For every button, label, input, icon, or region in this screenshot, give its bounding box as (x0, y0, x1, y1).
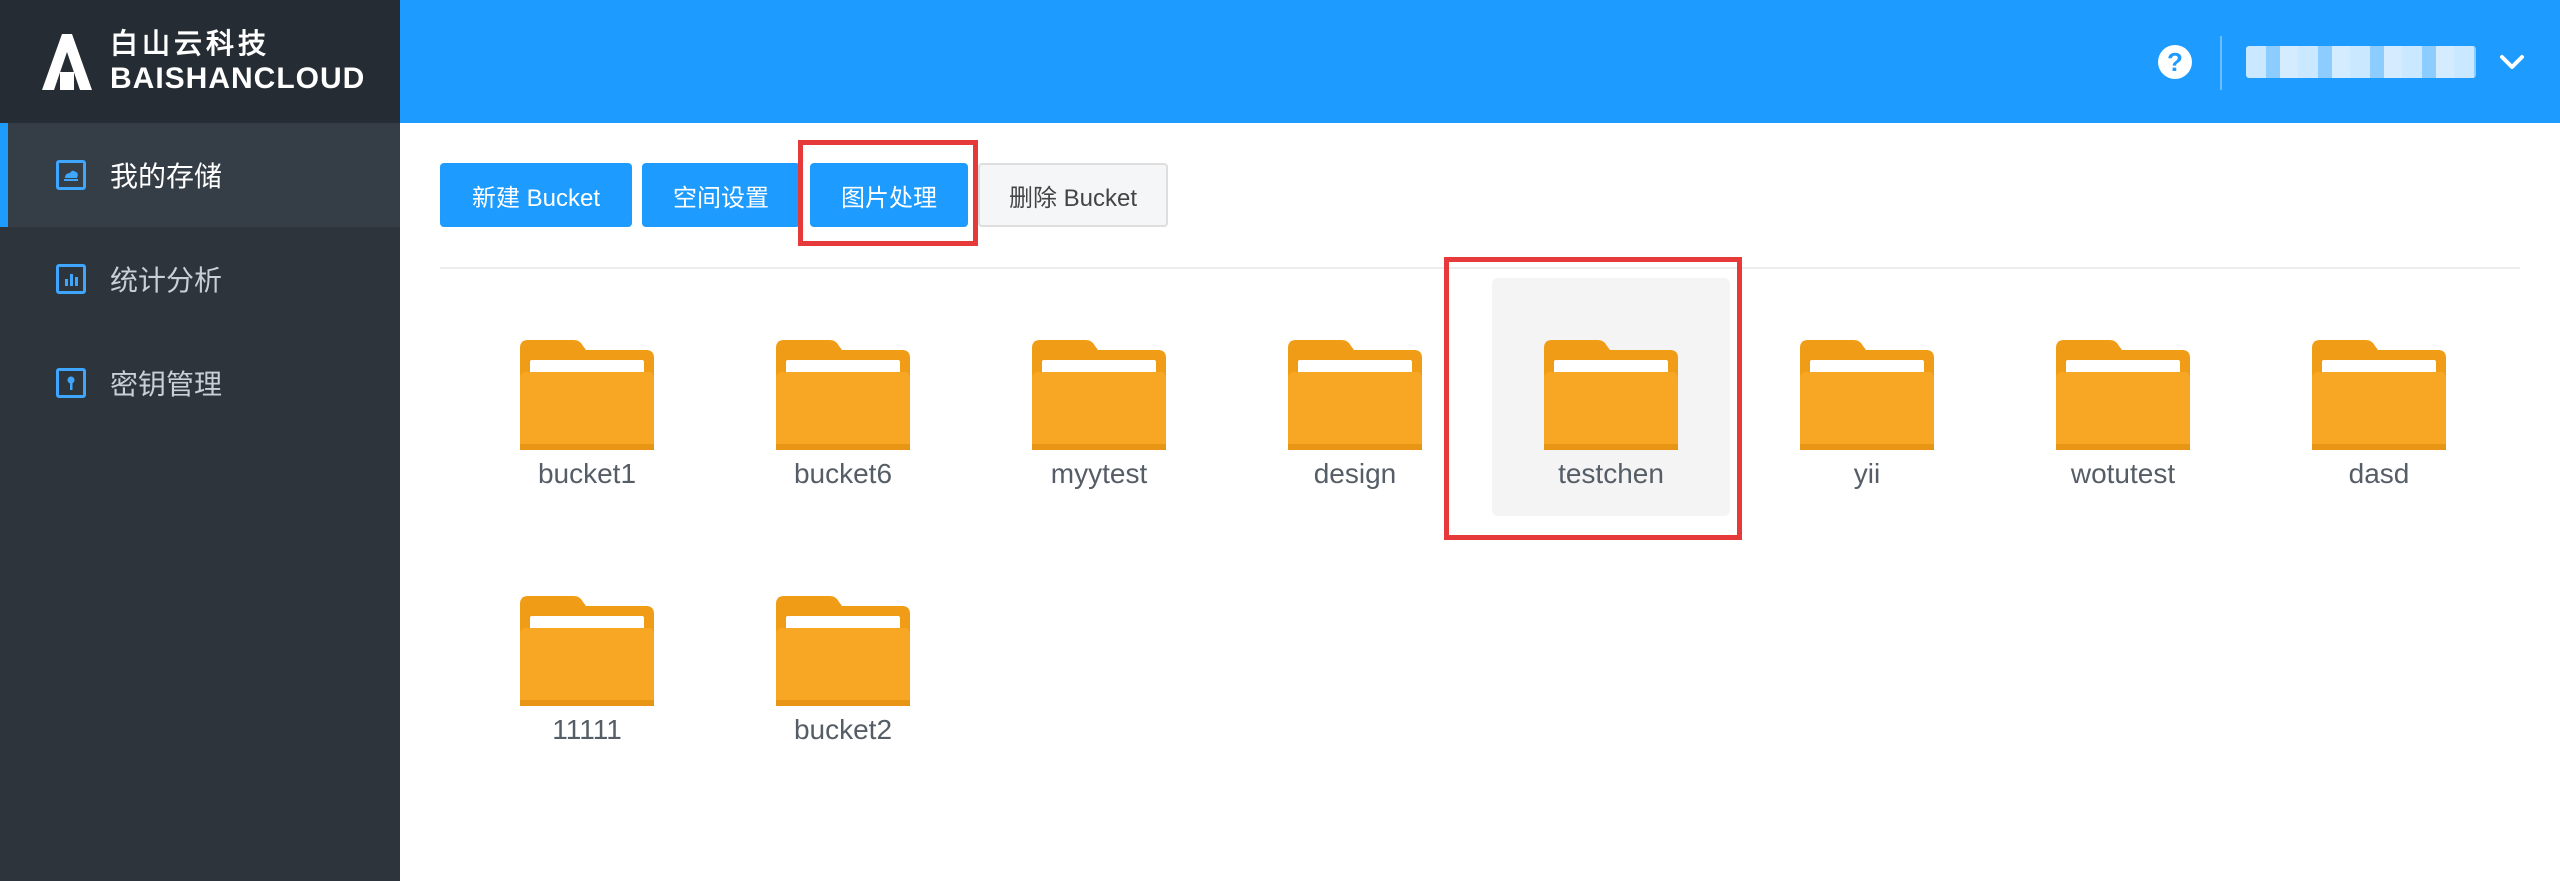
folder-icon (2312, 340, 2446, 450)
sidebar-item-label: 密钥管理 (110, 369, 223, 400)
bucket-name: dasd (2348, 458, 2410, 489)
bucket-name: 11111 (552, 714, 622, 745)
bucket-name: yii (1853, 458, 1881, 489)
folder-icon (520, 340, 654, 450)
bar-chart-icon (56, 264, 86, 294)
username-redacted[interactable] (2246, 46, 2476, 78)
folder-icon (2056, 340, 2190, 450)
logo[interactable]: 白山云科技 BAISHANCLOUD (0, 0, 400, 123)
image-processing-highlight-box (798, 140, 978, 246)
bucket-item[interactable]: bucket2 (724, 534, 962, 772)
brand-name-cn: 白山云科技 (110, 27, 271, 59)
bucket-item[interactable]: dasd (2260, 278, 2498, 516)
header-divider (2220, 36, 2222, 90)
folder-icon (776, 596, 910, 706)
space-settings-button[interactable]: 空间设置 (642, 163, 800, 227)
sidebar-item-label: 我的存储 (110, 161, 223, 192)
sidebar-item-key-management[interactable]: 密钥管理 (0, 331, 400, 435)
selected-bucket-highlight-box (1444, 257, 1742, 540)
brand-name-en: BAISHANCLOUD (110, 61, 366, 95)
bucket-item[interactable]: myytest (980, 278, 1218, 516)
key-icon (56, 368, 86, 398)
bucket-item[interactable]: 11111 (468, 534, 706, 772)
sidebar-item-my-storage[interactable]: 我的存储 (0, 123, 400, 227)
bucket-item[interactable]: yii (1748, 278, 1986, 516)
bucket-name: bucket2 (793, 714, 893, 745)
sidebar-item-label: 统计分析 (110, 265, 223, 296)
bucket-name: wotutest (2070, 458, 2176, 489)
bucket-name: design (1313, 458, 1397, 489)
bucket-name: bucket6 (793, 458, 893, 489)
bucket-name: myytest (1050, 458, 1148, 489)
bucket-name: bucket1 (537, 458, 637, 489)
folder-icon (1288, 340, 1422, 450)
brand-logo-icon (42, 33, 92, 90)
bucket-item[interactable]: design (1236, 278, 1474, 516)
bucket-item[interactable]: bucket1 (468, 278, 706, 516)
help-icon[interactable]: ? (2158, 45, 2192, 79)
new-bucket-button[interactable]: 新建 Bucket (440, 163, 632, 227)
folder-icon (520, 596, 654, 706)
folder-icon (1800, 340, 1934, 450)
cloud-storage-icon (56, 160, 86, 190)
chevron-down-icon[interactable] (2498, 48, 2526, 76)
bucket-item[interactable]: wotutest (2004, 278, 2242, 516)
delete-bucket-button[interactable]: 删除 Bucket (978, 163, 1168, 227)
folder-icon (1032, 340, 1166, 450)
sidebar: 白山云科技 BAISHANCLOUD 我的存储 统计分析 密钥管理 (0, 0, 400, 881)
sidebar-nav: 我的存储 统计分析 密钥管理 (0, 123, 400, 435)
bucket-item[interactable]: bucket6 (724, 278, 962, 516)
sidebar-item-statistics[interactable]: 统计分析 (0, 227, 400, 331)
folder-icon (776, 340, 910, 450)
top-header: ? (400, 0, 2560, 123)
